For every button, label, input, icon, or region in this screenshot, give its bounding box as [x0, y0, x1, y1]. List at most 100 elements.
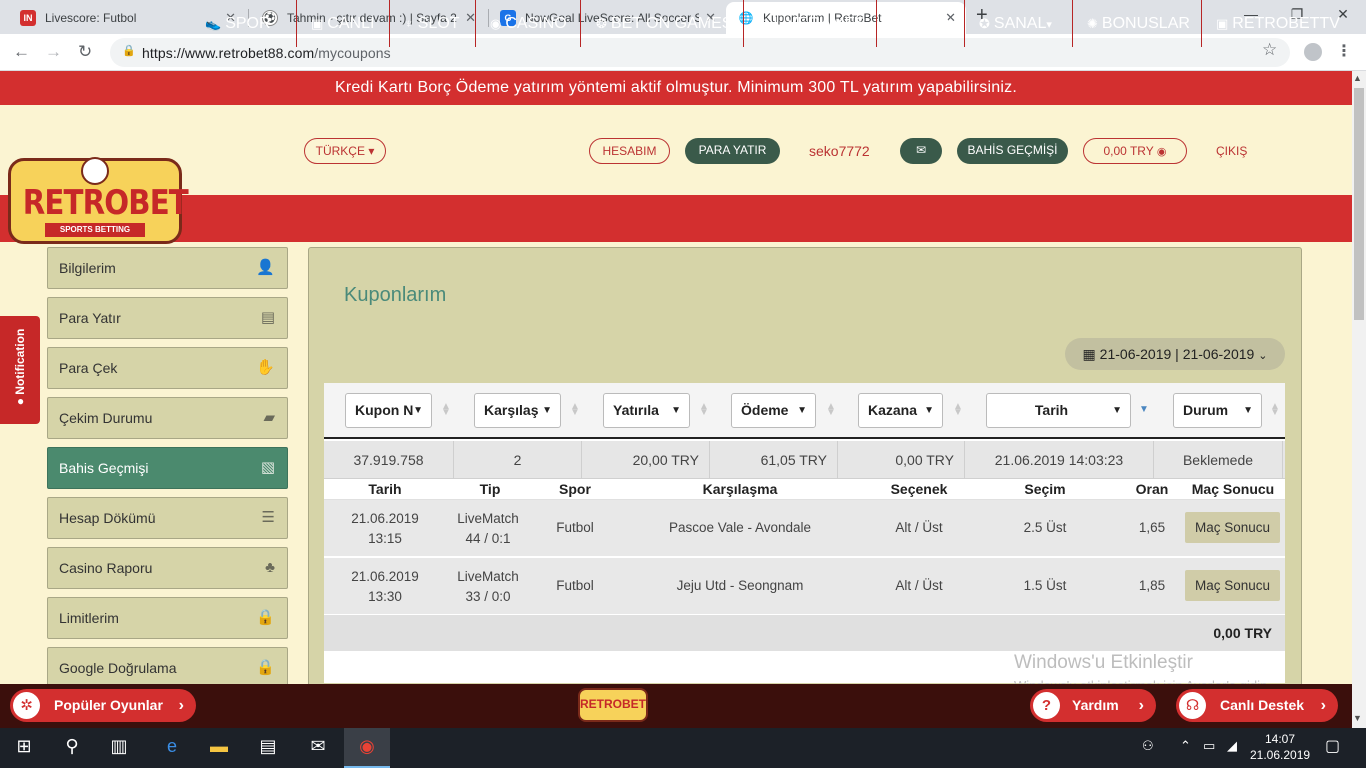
messages-button[interactable]: ✉ [900, 138, 942, 164]
language-select[interactable]: TÜRKÇE ▾ [304, 138, 386, 164]
notification-tab[interactable]: ● Notification [0, 316, 40, 424]
chip-icon: ◉ [490, 16, 502, 31]
balance-button[interactable]: 0,00 TRY ◉ [1083, 138, 1187, 164]
question-icon: ? [1033, 692, 1060, 719]
nav-slot[interactable]: ♆ SLOT [404, 0, 460, 47]
chevron-right-icon: › [1138, 697, 1144, 714]
bet-pick: 1.5 Üst [1023, 578, 1067, 593]
sort-icon[interactable]: ▲ ▼ [699, 402, 709, 418]
help-label: Yardım [1072, 697, 1119, 713]
popular-games-label: Popüler Oyunlar [54, 697, 163, 713]
match-result-button[interactable]: Maç Sonucu [1185, 512, 1280, 543]
sidebar-item-para-cek[interactable]: Para Çek ✋ [47, 347, 288, 389]
nav-livegames[interactable]: ◎ LIVEGAMES [758, 0, 866, 47]
sort-desc-icon[interactable]: ▼ [1139, 405, 1149, 415]
match-result-button[interactable]: Maç Sonucu [1185, 570, 1280, 601]
caret-down-icon: ▼ [797, 405, 807, 416]
store-icon[interactable]: ▤ [256, 736, 280, 757]
filter-win[interactable]: Kazana ▼ [858, 393, 943, 428]
tray-chevron-icon[interactable]: ⌃ [1180, 738, 1191, 754]
nav-bet-on-games[interactable]: ❂ BET ON GAMES [596, 0, 732, 47]
network-icon[interactable]: ◢ [1227, 738, 1237, 754]
caret-down-icon: ▼ [671, 405, 681, 416]
sidebar-item-google-dogrulama[interactable]: Google Doğrulama 🔒 [47, 647, 288, 689]
bet-match: Jeju Utd - Seongnam [676, 578, 804, 593]
url-path: /mycoupons [314, 45, 391, 61]
sidebar-item-limitlerim[interactable]: Limitlerim 🔒 [47, 597, 288, 639]
scroll-down-icon[interactable]: ▼ [1353, 713, 1362, 723]
bet-date-time: 13:15 [368, 531, 402, 546]
deposit-button[interactable]: PARA YATIR [685, 138, 780, 164]
filter-label: Tarih [1034, 402, 1069, 418]
sidebar-item-label: Google Doğrulama [59, 660, 177, 676]
bet-minute: 33 / 0:0 [465, 589, 511, 604]
popular-games-button[interactable]: ✲ Popüler Oyunlar › [10, 689, 196, 722]
mail-icon[interactable]: ✉ [306, 736, 330, 757]
sort-icon[interactable]: ▲ ▼ [953, 402, 963, 418]
nav-loto[interactable]: ❁ LOTO [891, 0, 949, 47]
retrobet-logo[interactable]: RETROBET SPORTS BETTING [8, 157, 189, 244]
notifications-icon[interactable]: ▢ [1325, 736, 1340, 756]
edge-icon[interactable]: e [160, 736, 184, 757]
scroll-up-icon[interactable]: ▲ [1353, 73, 1362, 83]
sidebar-item-bahis-gecmisi[interactable]: Bahis Geçmişi ▧ [47, 447, 288, 489]
filter-date[interactable]: Tarih ▼ [986, 393, 1131, 428]
reload-icon[interactable]: ↻ [78, 42, 92, 62]
sidebar-item-label: Limitlerim [59, 610, 119, 626]
scrollbar-thumb[interactable] [1354, 88, 1364, 320]
tab-title: Livescore: Futbol [45, 11, 137, 25]
nav-label: SANAL [993, 15, 1047, 32]
soccer-ball-icon [81, 157, 109, 185]
bet-history-button[interactable]: BAHİS GEÇMİŞİ [957, 138, 1068, 164]
sort-icon[interactable]: ▲ ▼ [826, 402, 836, 418]
bet-date: 21.06.2019 13:30 [340, 567, 430, 607]
filter-payout[interactable]: Ödeme ▼ [731, 393, 816, 428]
sort-icon[interactable]: ▲ ▼ [1270, 402, 1280, 418]
nav-canli[interactable]: ▣ CANLI [311, 0, 374, 47]
sidebar-item-bilgilerim[interactable]: Bilgilerim 👤 [47, 247, 288, 289]
bet-type: LiveMatch 33 / 0:0 [443, 567, 533, 607]
sort-icon[interactable]: ▲ ▼ [570, 402, 580, 418]
filter-coupon-no[interactable]: Kupon N ▼ [345, 393, 432, 428]
filter-status[interactable]: Durum ▼ [1173, 393, 1262, 428]
people-icon[interactable]: ⚇ [1142, 738, 1154, 754]
forward-icon[interactable]: → [45, 42, 62, 62]
sidebar-item-cekim-durumu[interactable]: Çekim Durumu ▰ [47, 397, 288, 439]
battery-icon[interactable]: ▭ [1203, 738, 1215, 754]
nav-bonuslar[interactable]: ✺ BONUSLAR [1087, 0, 1190, 47]
windows-start-icon[interactable]: ⊞ [12, 736, 36, 757]
eye-icon: ◉ [1156, 146, 1167, 158]
tv-icon: ▣ [311, 16, 324, 31]
task-view-icon[interactable]: ▥ [107, 736, 131, 757]
col-secim: Seçim [1024, 481, 1066, 497]
hand-coin-icon: ✋ [256, 359, 275, 376]
globe-icon: 🌐 [738, 11, 754, 25]
nav-retrobettv[interactable]: ▣ RETROBETTV [1216, 0, 1340, 47]
nav-label: CASINO [505, 15, 567, 32]
date-range-picker[interactable]: ▦ 21-06-2019 | 21-06-2019 ⌄ [1065, 338, 1285, 370]
sidebar-item-para-yatir[interactable]: Para Yatır ▤ [47, 297, 288, 339]
filter-stake[interactable]: Yatırıla ▼ [603, 393, 690, 428]
help-button[interactable]: ? Yardım › [1030, 689, 1156, 722]
chrome-icon[interactable]: ◉ [355, 736, 379, 757]
filter-matches[interactable]: Karşılaş ▼ [474, 393, 561, 428]
sidebar-item-casino-raporu[interactable]: Casino Raporu ♣ [47, 547, 288, 589]
bet-date-day: 21.06.2019 [351, 511, 419, 526]
taskbar-clock[interactable]: 14:07 21.06.2019 [1250, 731, 1310, 763]
sidebar-item-label: Casino Raporu [59, 560, 153, 576]
sort-icon[interactable]: ▲ ▼ [441, 402, 451, 418]
nav-sanal[interactable]: ✪ SANAL▾ [979, 0, 1052, 47]
logout-link[interactable]: ÇIKIŞ [1216, 144, 1247, 158]
retrobet-small-logo[interactable]: RETROBET [578, 688, 648, 722]
nav-casino[interactable]: ◉ CASINO [490, 0, 567, 47]
file-explorer-icon[interactable]: ▬ [207, 736, 231, 757]
bet-minute: 44 / 0:1 [465, 531, 511, 546]
nav-label: SPOR [225, 15, 271, 32]
sidebar-item-hesap-dokumu[interactable]: Hesap Dökümü ☰ [47, 497, 288, 539]
account-button[interactable]: HESABIM [589, 138, 670, 164]
bet-odd: 1,85 [1138, 578, 1166, 593]
nav-spor[interactable]: 👟 SPOR [205, 0, 271, 47]
live-support-button[interactable]: ☊ Canlı Destek › [1176, 689, 1338, 722]
back-icon[interactable]: ← [13, 42, 30, 62]
search-icon[interactable]: ⚲ [60, 736, 84, 757]
